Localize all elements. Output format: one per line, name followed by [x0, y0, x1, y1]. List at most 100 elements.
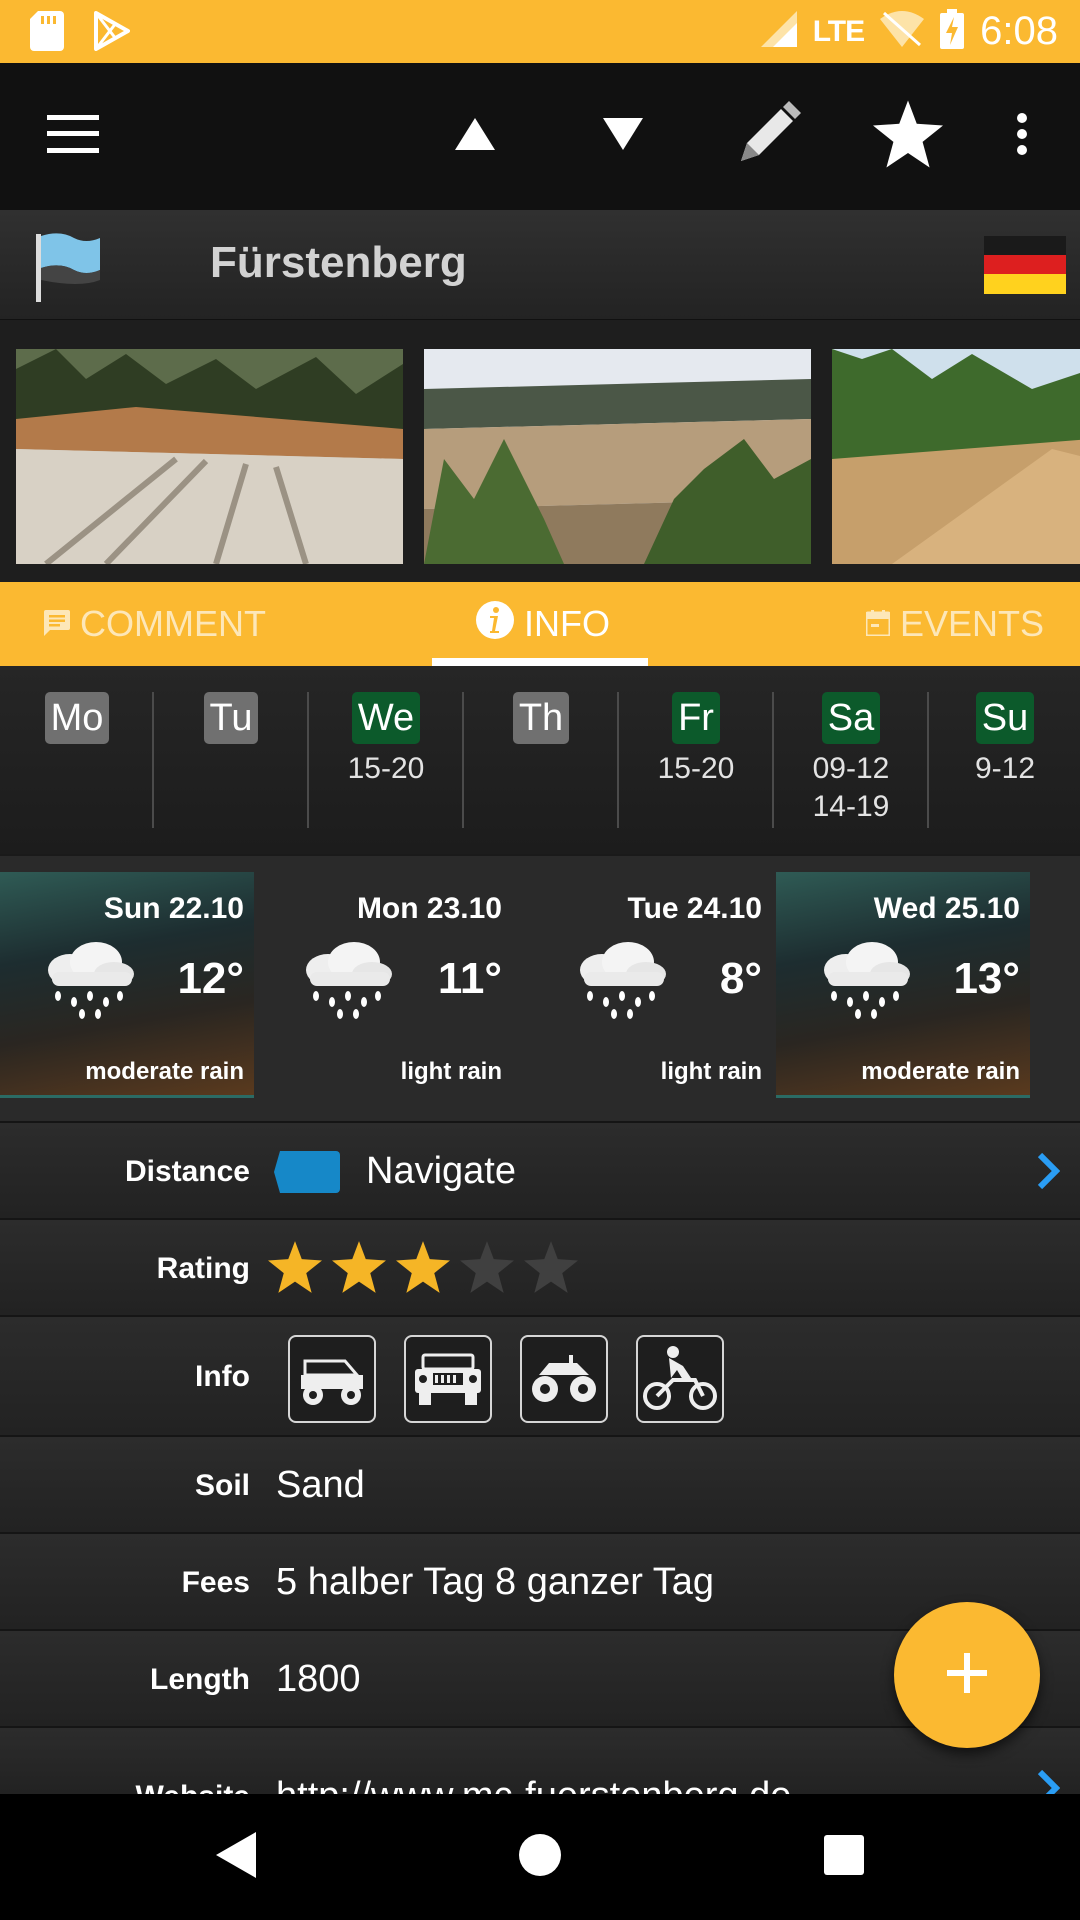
- weather-card: Sun 22.10 12° moderate rain: [0, 872, 254, 1098]
- day-badge: We: [351, 692, 421, 744]
- day-badge: Th: [512, 692, 570, 744]
- row-label: Distance: [124, 1155, 250, 1188]
- photo-pine-dunes: [424, 349, 811, 564]
- star-empty-icon: [524, 1240, 578, 1299]
- opening-hours: Mo Tu We 15-20 Th Fr 15-20 Sa 09-12 14-1…: [0, 666, 1080, 854]
- edit-button[interactable]: [728, 63, 808, 210]
- day-thursday: Th: [464, 692, 618, 750]
- row-label: Length: [150, 1663, 250, 1696]
- battery-charging-icon: [940, 9, 965, 54]
- calendar-icon: [864, 603, 892, 645]
- rain-cloud-icon: [298, 940, 394, 1025]
- weather-temp: 11°: [437, 954, 502, 1003]
- weather-desc: moderate rain: [861, 1058, 1020, 1085]
- sd-card-icon: [30, 11, 64, 56]
- rating-row: Rating: [0, 1218, 1080, 1315]
- info-icon: [476, 600, 514, 648]
- navigate-link: Navigate: [366, 1150, 516, 1192]
- gallery-photo[interactable]: [832, 349, 1080, 564]
- buggy-icon: [288, 1335, 376, 1423]
- day-badge: Sa: [821, 692, 881, 744]
- weather-desc: light rain: [660, 1058, 762, 1085]
- weather-desc: light rain: [400, 1058, 502, 1085]
- star-filled-icon: [396, 1240, 450, 1299]
- menu-button[interactable]: [38, 63, 108, 210]
- back-button[interactable]: [176, 1794, 296, 1920]
- day-friday: Fr 15-20: [619, 692, 773, 788]
- weather-date: Tue 24.10: [627, 892, 762, 925]
- active-tab-indicator: [432, 658, 648, 666]
- network-type: LTE: [812, 14, 865, 48]
- day-badge: Su: [975, 692, 1035, 744]
- tab-bar: COMMENT INFO EVENTS: [0, 582, 1080, 666]
- row-label: Website: [136, 1748, 250, 1794]
- weather-date: Wed 25.10: [873, 892, 1020, 925]
- weather-card: Mon 23.10 11° light rain: [258, 872, 512, 1098]
- day-hours: 09-12 14-19: [812, 752, 890, 823]
- play-store-icon: [94, 11, 130, 56]
- website-link: http://www.mc-fuerstenberg.de: [276, 1748, 791, 1794]
- motocross-icon: [636, 1335, 724, 1423]
- row-label: Fees: [181, 1566, 250, 1599]
- distance-row[interactable]: Distance Navigate: [0, 1121, 1080, 1218]
- place-header: Fürstenberg: [0, 210, 1080, 320]
- weather-date: Mon 23.10: [356, 892, 502, 925]
- star-icon: [873, 100, 943, 173]
- photo-gallery: [0, 320, 1080, 582]
- fees-row: Fees 5 halber Tag 8 ganzer Tag: [0, 1532, 1080, 1629]
- tab-label: COMMENT: [80, 603, 266, 644]
- day-hours: 15-20: [347, 752, 425, 785]
- gallery-photo[interactable]: [16, 349, 403, 564]
- row-label: Soil: [194, 1469, 250, 1502]
- clock: 6:08: [980, 9, 1058, 53]
- tab-comment[interactable]: COMMENT: [44, 582, 266, 666]
- website-row[interactable]: Website http://www.mc-fuerstenberg.de: [0, 1726, 1080, 1794]
- home-button[interactable]: [480, 1794, 600, 1920]
- soil-row: Soil Sand: [0, 1435, 1080, 1532]
- fees-value: 5 halber Tag 8 ganzer Tag: [276, 1561, 715, 1603]
- favorite-button[interactable]: [868, 63, 948, 210]
- weather-card: Tue 24.10 8° light rain: [518, 872, 772, 1098]
- tab-events[interactable]: EVENTS: [864, 582, 1044, 666]
- comment-icon: [44, 603, 70, 645]
- rain-cloud-icon: [40, 940, 136, 1025]
- weather-temp: 8°: [719, 954, 762, 1003]
- back-icon: [216, 1831, 256, 1883]
- tab-info[interactable]: INFO: [476, 582, 610, 666]
- chevron-right-icon: [1037, 1769, 1061, 1794]
- day-badge: Mo: [44, 692, 110, 744]
- rain-cloud-icon: [572, 940, 668, 1025]
- arrow-up-icon: [455, 118, 495, 155]
- jeep-icon: [404, 1335, 492, 1423]
- recents-icon: [824, 1834, 864, 1880]
- chevron-right-icon: [1037, 1152, 1061, 1194]
- add-fab-button[interactable]: [894, 1602, 1040, 1748]
- day-sunday: Su 9-12: [928, 692, 1080, 788]
- day-tuesday: Tu: [154, 692, 308, 750]
- vehicle-types: [288, 1335, 724, 1423]
- soil-value: Sand: [276, 1464, 365, 1506]
- gallery-photo[interactable]: [424, 349, 811, 564]
- edit-pencil-icon: [733, 99, 803, 174]
- star-empty-icon: [460, 1240, 514, 1299]
- next-button[interactable]: [588, 63, 658, 210]
- home-icon: [518, 1833, 562, 1882]
- previous-button[interactable]: [440, 63, 510, 210]
- weather-temp: 13°: [953, 954, 1020, 1003]
- overflow-menu-button[interactable]: [1002, 63, 1042, 210]
- recents-button[interactable]: [784, 1794, 904, 1920]
- toolbar: [0, 63, 1080, 210]
- more-vert-icon: [1016, 112, 1028, 161]
- photo-forest-trail: [832, 349, 1080, 564]
- flag-marker-icon: [30, 230, 106, 309]
- star-filled-icon: [268, 1240, 322, 1299]
- page-title: Fürstenberg: [210, 238, 467, 287]
- status-bar: LTE 6:08: [0, 0, 1080, 63]
- day-hours: 9-12: [974, 752, 1036, 785]
- weather-desc: moderate rain: [85, 1058, 244, 1085]
- row-label: Rating: [156, 1252, 250, 1285]
- day-hours: 15-20: [657, 752, 735, 785]
- weather-card: Wed 25.10 13° moderate rain: [776, 872, 1030, 1098]
- weather-forecast: Sun 22.10 12° moderate rain Mon 23.10 11…: [0, 854, 1080, 1121]
- rating-stars: [268, 1240, 578, 1299]
